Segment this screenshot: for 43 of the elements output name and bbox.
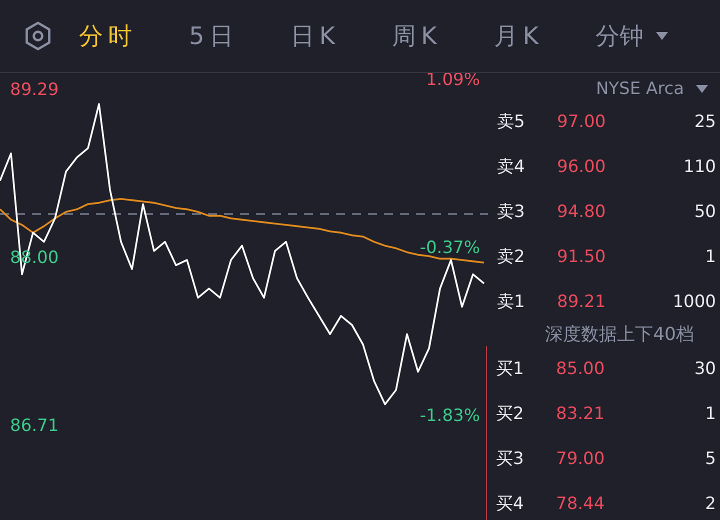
- change-axis-label: -1.83%: [420, 406, 480, 426]
- chart-tab[interactable]: 5日: [189, 20, 238, 52]
- level-label: 卖1: [497, 291, 526, 313]
- volume-value: 1000: [672, 292, 716, 312]
- volume-value: 2: [705, 494, 716, 514]
- volume-value: 50: [694, 202, 716, 222]
- interval-dropdown[interactable]: 分钟: [596, 20, 668, 52]
- volume-value: 110: [684, 156, 716, 176]
- depth-note: 深度数据上下40档: [544, 324, 695, 346]
- level-label: 卖2: [497, 246, 526, 268]
- chart-tab[interactable]: 分时: [79, 20, 137, 52]
- level-label: 卖5: [497, 111, 526, 133]
- price-value: 91.50: [557, 246, 607, 266]
- volume-value: 1: [705, 246, 716, 266]
- level-label: 买2: [496, 403, 525, 425]
- volume-value: 25: [694, 112, 716, 132]
- level-label: 买1: [496, 358, 525, 380]
- price-axis-label: 89.29: [10, 80, 59, 100]
- price-value: 97.00: [557, 112, 607, 132]
- caret-icon[interactable]: [696, 85, 708, 93]
- chart-tab[interactable]: 周K: [392, 20, 442, 52]
- price-value: 83.21: [556, 404, 606, 424]
- volume-value: 5: [705, 448, 716, 468]
- price-value: 94.80: [557, 202, 607, 222]
- level-label: 买4: [496, 493, 525, 515]
- price-value: 96.00: [557, 156, 607, 176]
- change-axis-label: 1.09%: [426, 73, 480, 90]
- price-value: 78.44: [556, 494, 606, 514]
- level-label: 卖3: [497, 201, 526, 223]
- change-axis-label: -0.37%: [420, 238, 480, 258]
- chart-tab[interactable]: 月K: [494, 20, 544, 52]
- price-value: 89.21: [557, 292, 607, 312]
- volume-value: 1: [705, 404, 716, 424]
- price-value: 79.00: [556, 448, 606, 468]
- settings-icon[interactable]: [23, 21, 53, 51]
- volume-value: 30: [694, 358, 716, 378]
- exchange-selector[interactable]: NYSE Arca: [596, 79, 684, 99]
- price-axis-label: 86.71: [10, 416, 59, 436]
- level-label: 卖4: [497, 156, 526, 178]
- price-value: 85.00: [556, 358, 606, 378]
- caret-icon: [656, 32, 668, 40]
- chart-tab[interactable]: 日K: [290, 20, 340, 52]
- level-label: 买3: [496, 448, 525, 470]
